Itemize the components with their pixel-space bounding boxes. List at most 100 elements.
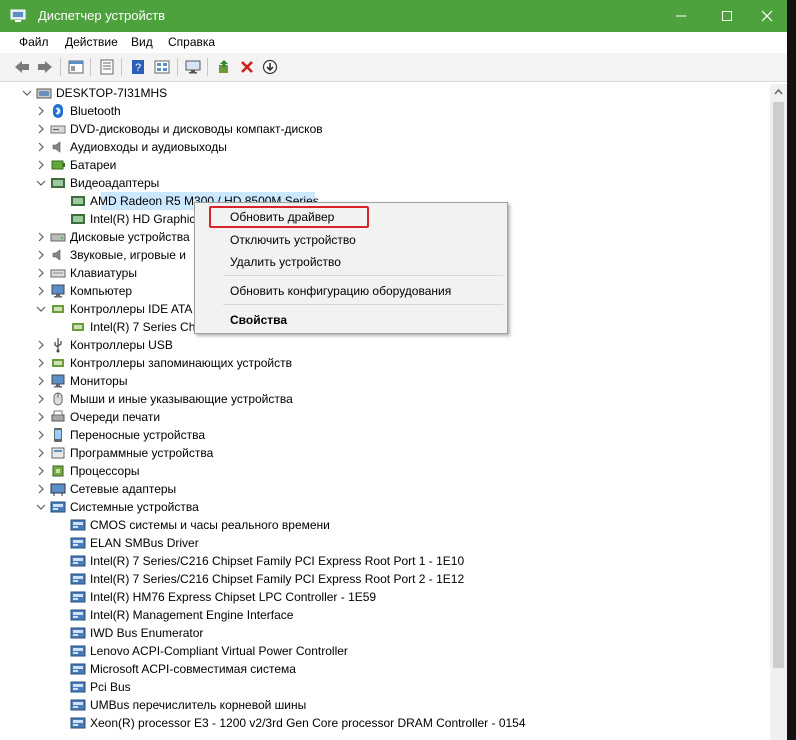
download-button[interactable] [259,57,281,77]
tree-node-label: IWD Bus Enumerator [90,626,204,640]
tree-device-node[interactable]: Xeon(R) processor E3 - 1200 v2/3rd Gen C… [12,714,770,732]
uninstall-button[interactable] [236,57,258,77]
tree-device-node[interactable]: Intel(R) 7 Series/C216 Chipset Family PC… [12,552,770,570]
storage-controller-icon [50,355,66,371]
expand-chevron-icon[interactable] [36,408,46,426]
expand-chevron-icon[interactable] [36,444,46,462]
tree-category-node[interactable]: Контроллеры запоминающих устройств [12,354,770,372]
tree-device-node[interactable]: Pci Bus [12,678,770,696]
expand-chevron-icon[interactable] [36,426,46,444]
tree-category-node[interactable]: Батареи [12,156,770,174]
expand-chevron-icon[interactable] [36,390,46,408]
device-tree[interactable]: DESKTOP-7I31MHS Bluetooth DVD-дисководы и … [12,84,770,740]
tree-device-node[interactable]: Intel(R) Management Engine Interface [12,606,770,624]
expand-chevron-icon[interactable] [36,462,46,480]
tree-category-node[interactable]: Очереди печати [12,408,770,426]
tree-device-node[interactable]: CMOS системы и часы реального времени [12,516,770,534]
expand-chevron-icon[interactable] [36,156,46,174]
tree-device-node[interactable]: Lenovo ACPI-Compliant Virtual Power Cont… [12,642,770,660]
tree-device-node[interactable]: Intel(R) 7 Series/C216 Chipset Family PC… [12,570,770,588]
collapse-chevron-icon[interactable] [36,498,46,516]
expand-chevron-icon[interactable] [36,336,46,354]
download-icon [262,59,278,75]
collapse-chevron-icon[interactable] [36,300,46,318]
details-icon [100,59,114,75]
expand-chevron-icon[interactable] [36,480,46,498]
tree-device-node[interactable]: Microsoft ACPI-совместимая система [12,660,770,678]
menu-view[interactable]: Вид [131,35,153,49]
expand-chevron-icon[interactable] [36,372,46,390]
computer-icon [50,283,66,299]
menu-disable-device[interactable]: Отключить устройство [230,233,356,247]
menu-update-driver[interactable]: Обновить драйвер [230,210,334,224]
tree-category-node[interactable]: Программные устройства [12,444,770,462]
close-button[interactable] [744,0,790,32]
tree-node-label: Intel(R) HD Graphic [90,212,196,226]
tree-category-node[interactable]: Сетевые адаптеры [12,480,770,498]
minimize-button[interactable] [658,0,704,32]
menu-uninstall-device[interactable]: Удалить устройство [230,255,341,269]
expand-chevron-icon[interactable] [36,228,46,246]
collapse-chevron-icon[interactable] [36,174,46,192]
menu-scan-hardware[interactable]: Обновить конфигурацию оборудования [230,284,451,298]
monitor-icon [50,373,66,389]
expand-chevron-icon[interactable] [36,102,46,120]
expand-chevron-icon[interactable] [36,120,46,138]
properties-button[interactable] [65,57,87,77]
tree-device-node[interactable]: Intel(R) HM76 Express Chipset LPC Contro… [12,588,770,606]
back-icon [15,61,29,73]
tree-category-node[interactable]: Процессоры [12,462,770,480]
expand-chevron-icon[interactable] [36,264,46,282]
tree-device-node[interactable]: ELAN SMBus Driver [12,534,770,552]
forward-button[interactable] [34,57,56,77]
tree-node-label: Контроллеры запоминающих устройств [70,356,292,370]
tree-device-node[interactable]: UMBus перечислитель корневой шины [12,696,770,714]
sound-icon [50,247,66,263]
scroll-thumb[interactable] [773,102,784,668]
update-driver-icon [219,60,228,73]
display-adapter-icon [50,175,66,191]
expand-chevron-icon[interactable] [36,282,46,300]
vertical-scrollbar[interactable] [770,84,787,740]
ide-controller-icon [70,319,86,335]
tree-node-label: Pci Bus [90,680,131,694]
tree-category-node[interactable]: Аудиовходы и аудиовыходы [12,138,770,156]
context-menu: Обновить драйвер Отключить устройство Уд… [194,202,508,334]
root-computer-icon [36,85,52,101]
expand-chevron-icon[interactable] [36,354,46,372]
tree-category-node[interactable]: Видеоадаптеры [12,174,770,192]
expand-chevron-icon[interactable] [36,138,46,156]
menu-file[interactable]: Файл [19,35,49,49]
scroll-up-icon[interactable] [770,84,787,101]
tree-root-node[interactable]: DESKTOP-7I31MHS [12,84,770,102]
mouse-icon [50,391,66,407]
tree-node-label: Дисковые устройства [70,230,190,244]
tree-category-node[interactable]: DVD-дисководы и дисководы компакт-дисков [12,120,770,138]
tree-category-node[interactable]: Мониторы [12,372,770,390]
tree-device-node[interactable]: IWD Bus Enumerator [12,624,770,642]
update-driver-button[interactable] [213,57,235,77]
details-button[interactable] [96,57,118,77]
menu-action[interactable]: Действие [65,35,118,49]
tree-category-node[interactable]: Системные устройства [12,498,770,516]
tree-node-label: DESKTOP-7I31MHS [56,86,168,100]
scan-hardware-button[interactable] [182,57,204,77]
properties-icon [68,60,84,74]
collapse-chevron-icon[interactable] [22,84,32,102]
tree-category-node[interactable]: Контроллеры USB [12,336,770,354]
tree-category-node[interactable]: Bluetooth [12,102,770,120]
menu-properties[interactable]: Свойства [230,313,287,327]
menu-help[interactable]: Справка [168,35,215,49]
view-button[interactable] [151,57,173,77]
tree-category-node[interactable]: Мыши и иные указывающие устройства [12,390,770,408]
system-device-icon [70,643,86,659]
title-bar[interactable]: Диспетчер устройств [0,0,796,32]
back-button[interactable] [11,57,33,77]
toolbar-separator [90,58,91,76]
tree-node-label: Очереди печати [70,410,161,424]
maximize-icon [722,11,732,21]
expand-chevron-icon[interactable] [36,246,46,264]
help-button[interactable]: ? [127,57,149,77]
tree-node-label: Intel(R) 7 Series/C216 Chipset Family PC… [90,572,465,586]
tree-category-node[interactable]: Переносные устройства [12,426,770,444]
